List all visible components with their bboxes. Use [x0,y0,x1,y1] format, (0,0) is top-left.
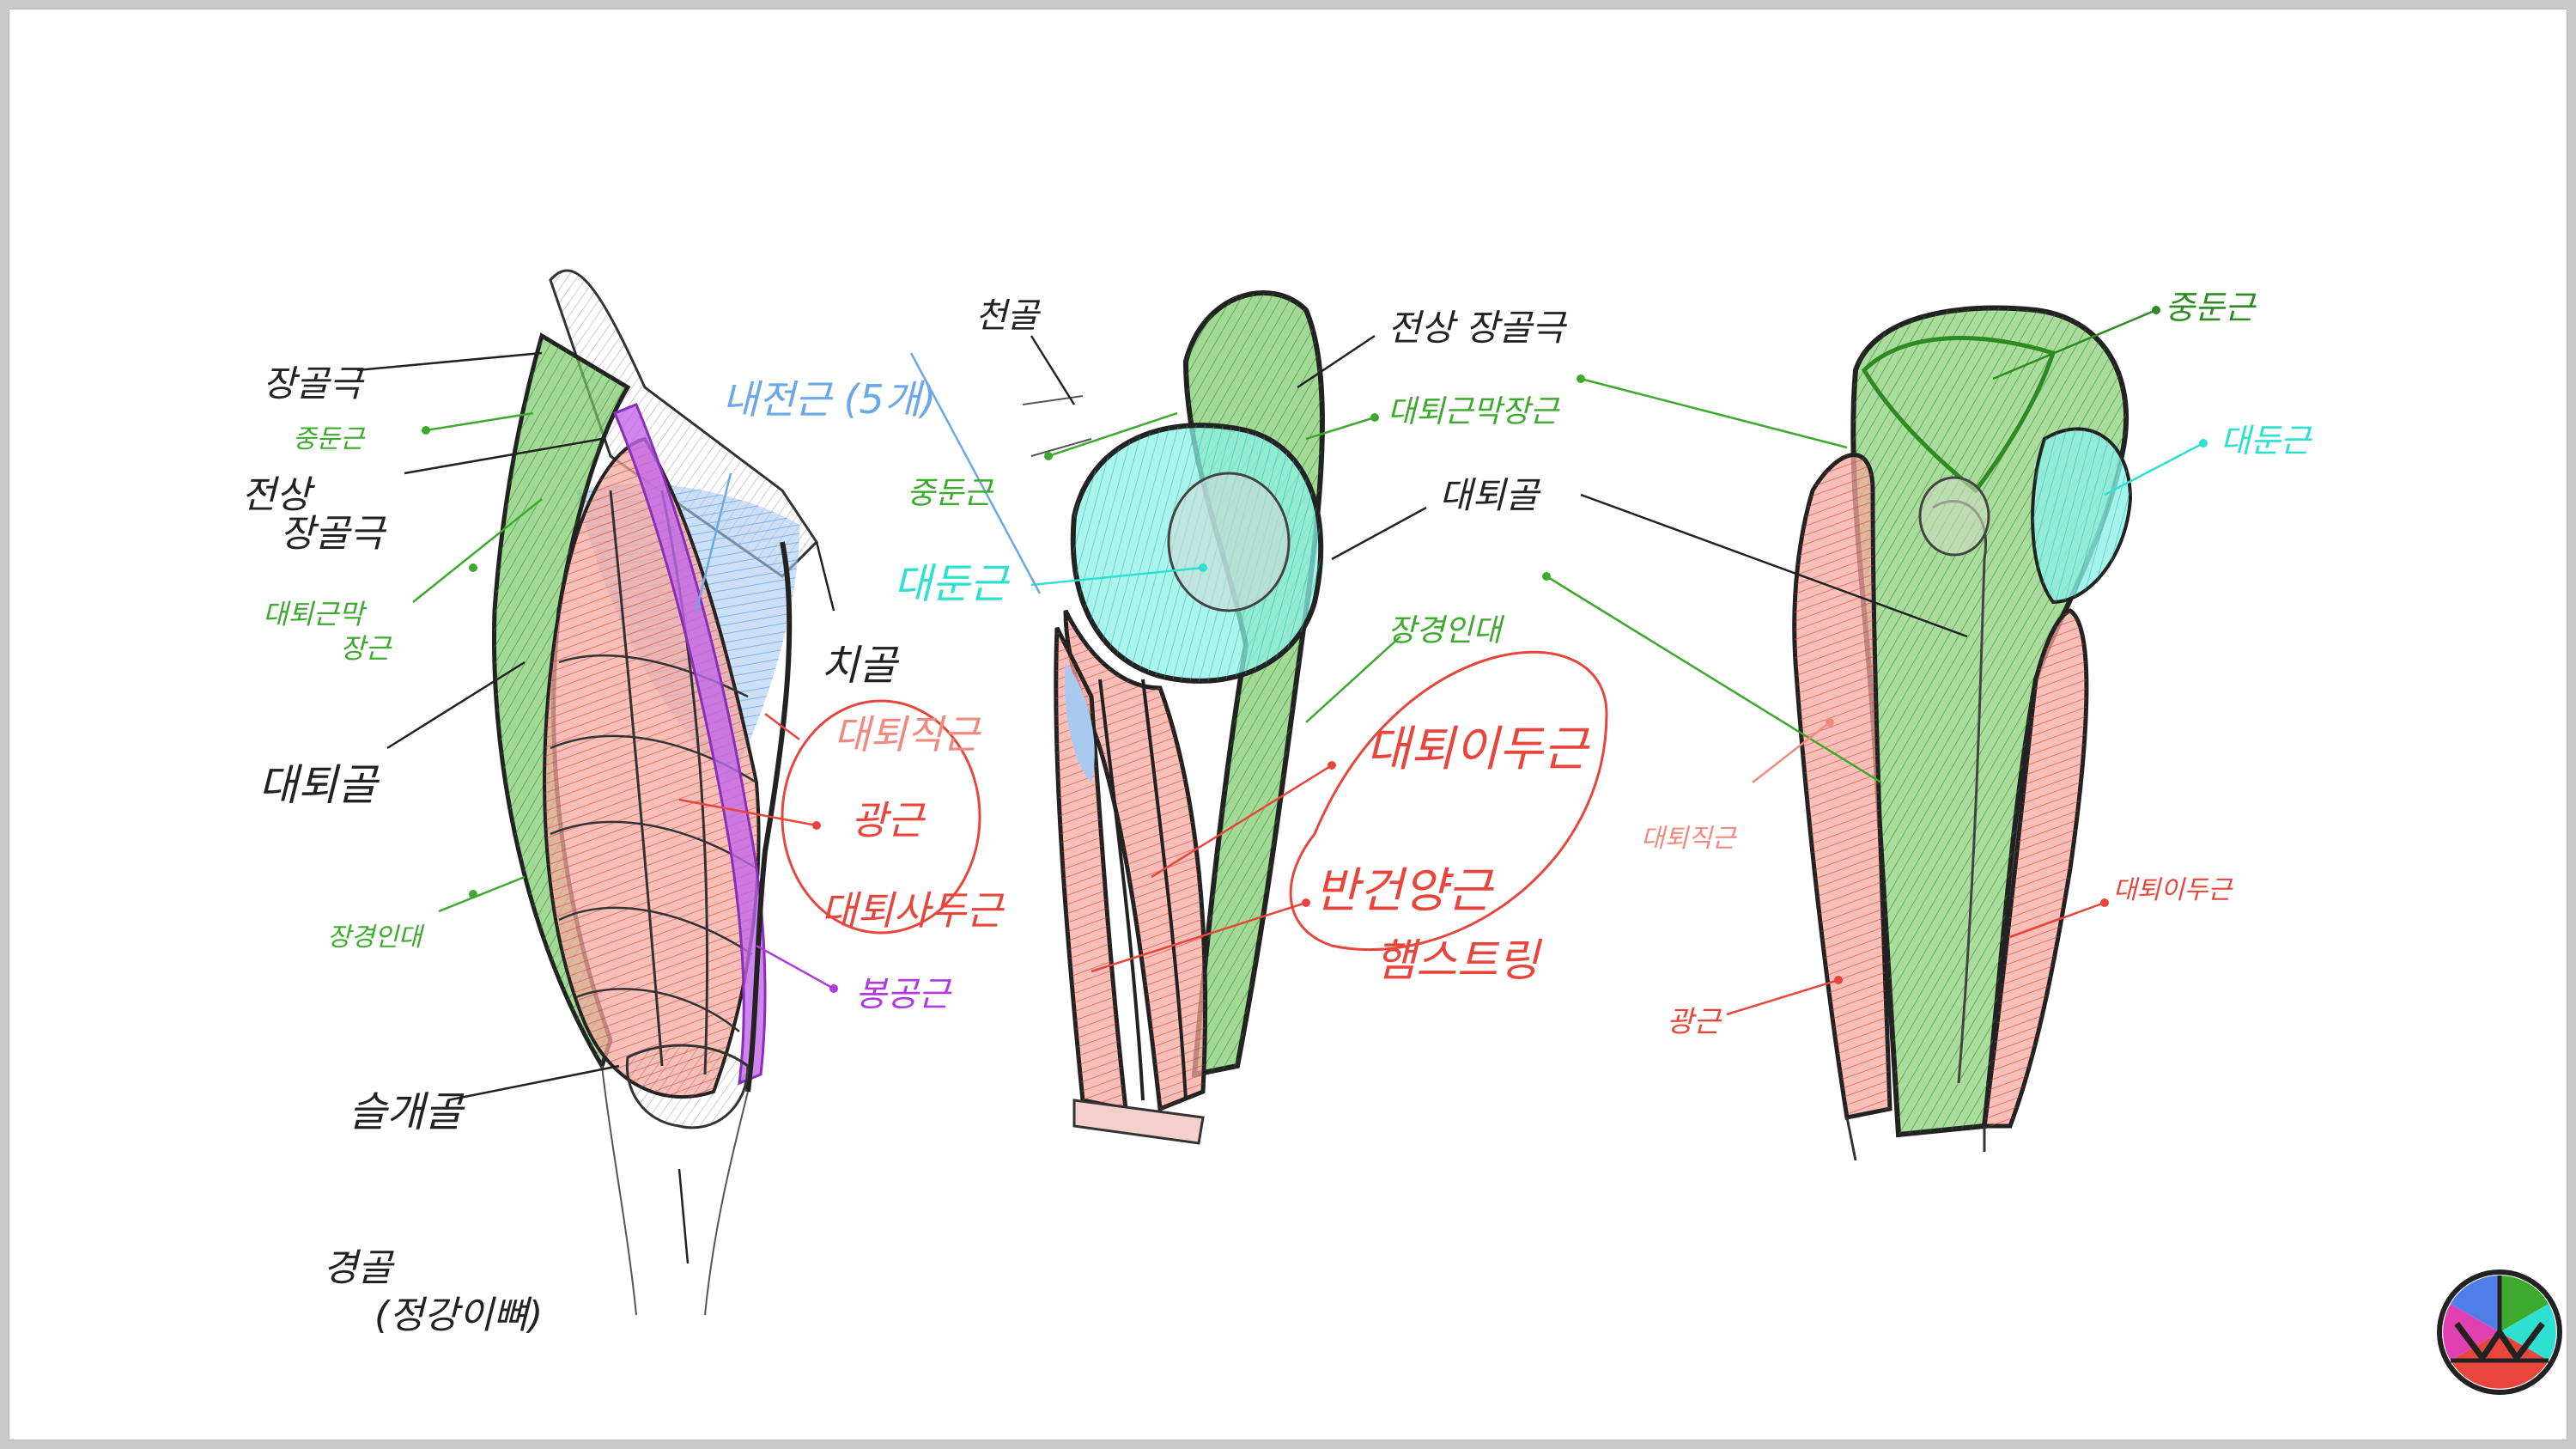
label-tfl-line1: 대퇴근막 [263,598,368,630]
front-patella [625,1044,750,1129]
label-rectus-femoris-front: 대퇴직근 [834,711,981,758]
label-sartorius: 봉공근 [855,975,952,1014]
label-iliac-crest: 장골극 [263,362,365,405]
label-vastus-back: 광근 [1667,1005,1722,1039]
canvas-frame: 장골극 중둔근 전상 장골극 대퇴근막 장근 대퇴골 장경인대 슬개골 경골 (… [9,9,2567,1440]
label-tfl-line2: 장근 [340,632,392,665]
label-asis-side: 전상 장골극 [1388,307,1568,349]
label-it-band-side: 장경인대 [1388,613,1504,648]
label-gluteus-medius-front: 중둔근 [293,424,366,454]
side-greater-trochanter [1167,472,1291,612]
label-hamstring: 햄스트링 [1375,935,1543,987]
brand-logo [2437,1269,2562,1395]
label-tfl-side: 대퇴근막장근 [1388,394,1561,429]
front-view-drawing [491,269,818,1316]
label-it-band-front: 장경인대 [327,922,425,953]
back-view-drawing [1792,305,2133,1161]
label-quadriceps: 대퇴사두근 [821,887,1005,934]
label-tibia-line1: 경골 [323,1246,395,1290]
label-pubis: 치골 [821,642,900,690]
label-patella: 슬개골 [349,1088,465,1136]
label-asis-line1: 전상 [241,473,315,517]
label-vastus-front: 광근 [851,797,926,843]
side-view-drawing [1022,290,1325,1145]
label-adductors: 내전근 (5개) [722,376,936,423]
label-gluteus-maximus-side: 대둔근 [894,560,1010,608]
label-gluteus-maximus-back: 대둔근 [2221,422,2312,460]
label-gluteus-medius-back: 중둔근 [2165,289,2257,326]
label-biceps-femoris-back: 대퇴이두근 [2113,875,2233,905]
label-femur-side: 대퇴골 [1439,474,1541,516]
label-tibia-line2: (정강이뼈) [374,1294,543,1337]
label-femur-front: 대퇴골 [258,760,380,810]
label-rectus-femoris-back: 대퇴직근 [1641,824,1738,854]
label-sacrum: 천골 [975,296,1042,336]
label-gluteus-medius-side: 중둔근 [907,476,994,511]
label-asis-line2: 장골극 [280,512,387,556]
label-biceps-femoris-side: 대퇴이두근 [1366,721,1590,777]
label-semimembranosus: 반건양근 [1315,863,1495,919]
anatomy-diagram: 장골극 중둔근 전상 장골극 대퇴근막 장근 대퇴골 장경인대 슬개골 경골 (… [241,269,2562,1395]
